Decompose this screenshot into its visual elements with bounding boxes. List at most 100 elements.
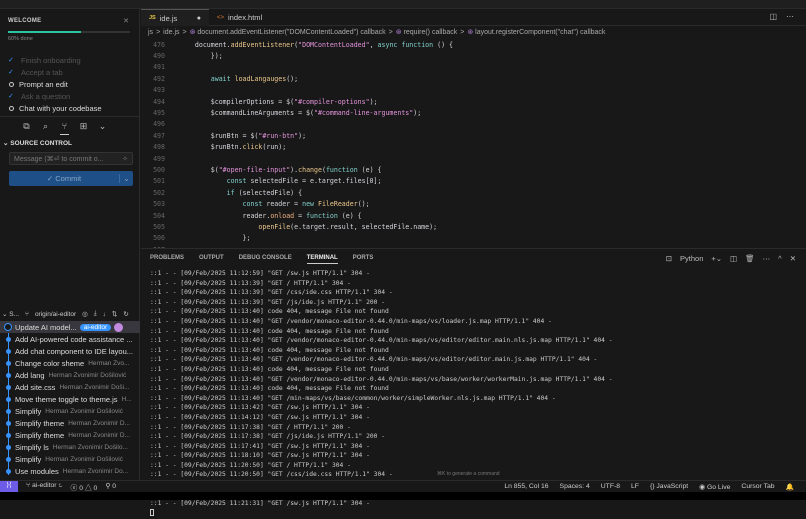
code-line: 495 $commandLineArguments = $("#command-… [141,107,806,118]
code-token: }); [179,52,223,61]
code-token: (e) { [337,211,362,220]
commit-message: Add AI-powered code assistance ... [15,334,133,344]
breadcrumb: js > ide.js > ⊛ document.addEventListener("D… [148,28,608,36]
language-mode[interactable]: {} JavaScript [650,483,688,491]
target-icon[interactable]: ◎ [82,310,88,318]
circle-icon [9,81,14,87]
commit-item[interactable]: Move theme toggle to theme.js H... [0,393,140,405]
push-icon[interactable]: ⇅ [112,310,117,318]
code-editor[interactable]: 476 document. addEventListener("DOMConten… [141,39,806,248]
commit-dot-icon [6,337,11,342]
cursor-position[interactable]: Ln 855, Col 16 [504,483,548,491]
source-control-header[interactable]: ⌄ SOURCE CONTROL [3,139,72,147]
tab-output[interactable]: OUTPUT [199,255,224,264]
commit-item[interactable]: Simplify theme Herman Zvonimir D... [0,429,140,441]
terminal-line: ::1 - - [09/Feb/2025 11:17:38] "GET /js/… [150,433,386,441]
extensions-icon[interactable]: ⊞ [79,121,88,135]
remote-icon[interactable]: ⟩⟨ [0,480,18,493]
js-file-icon: JS [149,15,156,21]
commit-item[interactable]: Simplify Herman Zvonimir Došilović [0,453,140,465]
commit-dot-icon [6,433,11,438]
close-icon[interactable]: ✕ [790,254,796,263]
fetch-icon[interactable]: ⤓ [94,310,97,318]
warning-count: 0 [93,484,98,492]
encoding[interactable]: UTF-8 [601,483,620,491]
tab-problems[interactable]: PROBLEMS [150,255,184,264]
status-problems[interactable]: ⓧ 0 △ 0 [71,482,98,492]
commit-dropdown-icon[interactable]: ⌄ [119,174,133,183]
breadcrumb-item[interactable]: require() callback [404,29,458,36]
commit-item[interactable]: Simplify ls Herman Zvonimir Došilo... [0,441,140,453]
commit-item[interactable]: Add AI-powered code assistance ... [0,333,140,345]
onboarding-step[interactable]: Prompt an edit [8,78,102,90]
breadcrumb-item[interactable]: layout.registerComponent("chat") callbac… [475,29,605,36]
commit-author: H... [121,395,132,403]
explorer-icon[interactable]: ⧉ [22,121,31,135]
graph-section-toggle[interactable]: ⌄ S... [2,310,19,318]
commit-item[interactable]: Change color sheme Herman Zvo... [0,357,140,369]
maximize-icon[interactable]: ^ [778,254,782,263]
source-control-icon[interactable]: ⑂ [60,121,69,135]
tab-ports[interactable]: PORTS [353,255,374,264]
commit-item[interactable]: Simplify Herman Zvonimir Došilović [0,405,140,417]
cursor-tab[interactable]: Cursor Tab [741,483,774,491]
terminal-prompt[interactable] [150,508,613,519]
split-editor-icon[interactable]: ◫ [769,12,777,21]
breadcrumb-item[interactable]: js [148,29,153,36]
code-token: (); [286,74,299,83]
tab-ide-js[interactable]: JS ide.js ● [141,9,209,26]
code-line: 501 const selectedFile = e.target.files[… [141,176,806,187]
commit-item[interactable]: Add site.css Herman Zvonimir Doši... [0,381,140,393]
commit-item[interactable]: Simplify theme Herman Zvonimir D... [0,417,140,429]
terminal-line: ::1 - - [09/Feb/2025 11:21:31] "GET /sw.… [150,500,370,508]
tab-index-html[interactable]: <> index.html [209,9,270,26]
sparkle-icon[interactable]: ✧ [122,155,128,163]
pull-icon[interactable]: ↓ [103,311,106,318]
chevron-down-icon[interactable]: ⌄ [98,121,107,135]
refresh-icon[interactable]: ↻ [123,310,128,318]
breadcrumb-item[interactable]: ide.js [163,29,179,36]
breadcrumb-separator: > [182,29,187,36]
terminal-line: ::1 - - [09/Feb/2025 11:13:40] code 404,… [150,308,389,316]
tab-terminal[interactable]: TERMINAL [306,255,338,264]
commit-message-input[interactable]: Message (⌘⏎ to commit o... ✧ [9,152,133,165]
more-icon[interactable]: ⋯ [786,12,794,21]
status-ports[interactable]: ⚲ 0 [105,482,116,492]
tab-debug-console[interactable]: DEBUG CONSOLE [239,255,292,264]
search-icon[interactable]: ⌕ [41,121,50,135]
step-label: Ask a question [21,91,71,101]
onboarding-step[interactable]: ✓ Finish onboarding [8,54,102,66]
onboarding-step[interactable]: Chat with your codebase [8,102,102,114]
close-icon[interactable]: ✕ [123,17,129,25]
terminal-line: ::1 - - [09/Feb/2025 11:13:40] code 404,… [150,327,389,335]
terminal-shell[interactable]: Python [680,254,703,263]
commit-item[interactable]: Add lang Herman Zvonimir Došilović [0,369,140,381]
trash-icon[interactable]: 🗑 [745,254,755,263]
go-live-button[interactable]: ◉ Go Live [699,483,730,491]
modified-dot-icon[interactable]: ● [197,15,201,22]
status-branch[interactable]: ⑂ ai-editor ↻ [26,482,63,492]
onboarding-step[interactable]: ✓ Ask a question [8,90,102,102]
code-token: loadLangauges [234,74,287,83]
commit-dot-icon [6,349,11,354]
line-ending[interactable]: LF [631,483,639,491]
onboarding-step[interactable]: ✓ Accept a tab [8,66,102,78]
notifications-icon[interactable]: 🔔 [786,483,794,491]
symbol-icon: ⊛ [467,29,476,36]
more-icon[interactable]: ⋯ [763,254,771,263]
graph-branch: origin/ai-editor [34,310,77,318]
code-token: ). [290,165,299,174]
commit-item[interactable]: Use modules Herman Zvonimir Do... [0,465,140,477]
indentation[interactable]: Spaces: 4 [560,483,590,491]
add-terminal-icon[interactable]: +⌄ [711,254,722,263]
commit-item[interactable]: Update AI model... ai-editor [0,321,140,333]
terminal-icon: ⊡ [665,254,673,263]
code-token: const [242,200,267,209]
split-terminal-icon[interactable]: ◫ [730,254,737,263]
breadcrumb-item[interactable]: document.addEventListener("DOMContentLoa… [197,29,385,36]
commit-item[interactable]: Add chat component to IDE layou... [0,345,140,357]
commit-button[interactable]: ✓ Commit ⌄ [9,171,133,186]
terminal-line: ::1 - - [09/Feb/2025 11:13:42] "GET /sw.… [150,404,370,412]
